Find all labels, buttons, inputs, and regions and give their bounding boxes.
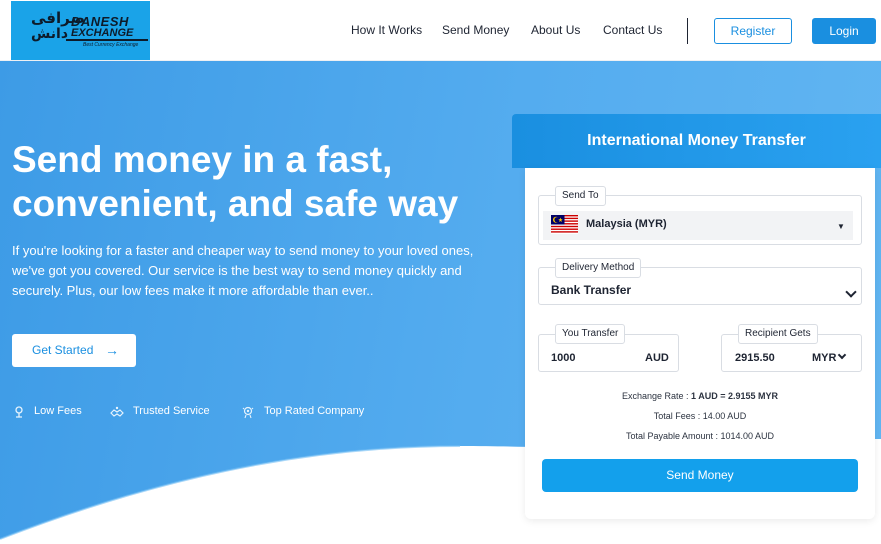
recipient-gets-label: Recipient Gets xyxy=(738,324,818,344)
malaysia-flag-icon xyxy=(551,215,578,234)
logo-arabic-line2: دانش xyxy=(31,26,69,42)
exchange-rate-prefix: Exchange Rate : xyxy=(621,391,692,401)
get-started-label: Get Started xyxy=(32,343,94,357)
hero-description: If you're looking for a faster and cheap… xyxy=(12,243,474,298)
nav-send-money[interactable]: Send Money xyxy=(442,23,509,37)
feature-label: Trusted Service xyxy=(133,405,210,417)
award-icon xyxy=(242,406,254,419)
nav-contact-us[interactable]: Contact Us xyxy=(603,23,662,37)
you-transfer-label: You Transfer xyxy=(555,324,626,344)
recipient-currency-select[interactable]: MYR xyxy=(812,352,836,364)
country-value: Malaysia (MYR) xyxy=(586,218,667,230)
caret-down-icon: ▼ xyxy=(837,222,845,231)
recipient-gets-amount: 2915.50 xyxy=(735,352,775,364)
delivery-method-label: Delivery Method xyxy=(555,258,642,278)
you-transfer-currency: AUD xyxy=(645,352,669,364)
send-money-button[interactable]: Send Money xyxy=(542,459,858,492)
login-button[interactable]: Login xyxy=(812,18,876,44)
location-pin-icon xyxy=(15,406,23,418)
nav-about-us[interactable]: About Us xyxy=(531,23,580,37)
logo-underline xyxy=(66,39,148,41)
get-started-button[interactable]: Get Started → xyxy=(12,334,136,367)
exchange-rate-text: Exchange Rate : 1 AUD = 2.9155 MYR xyxy=(525,391,875,401)
send-to-label: Send To xyxy=(555,186,606,206)
total-payable-text: Total Payable Amount : 1014.00 AUD xyxy=(625,431,775,441)
nav-divider xyxy=(687,18,688,44)
total-fees-text: Total Fees : 14.00 AUD xyxy=(653,411,747,421)
hero-title: Send money in a fast, convenient, and sa… xyxy=(12,139,459,224)
arrow-right-icon: → xyxy=(105,342,119,358)
feature-label: Low Fees xyxy=(34,405,82,417)
logo-name-line2: EXCHANGE xyxy=(71,27,134,39)
register-button[interactable]: Register xyxy=(714,18,792,44)
brand-logo[interactable]: صرافی دانش DANESH EXCHANGE Best Currency… xyxy=(11,1,150,60)
you-transfer-amount: 1000 xyxy=(551,352,576,364)
transfer-card-title: International Money Transfer xyxy=(512,114,881,168)
handshake-icon xyxy=(110,406,124,417)
logo-tagline: Best Currency Exchange xyxy=(83,42,139,48)
site-header: صرافی دانش DANESH EXCHANGE Best Currency… xyxy=(0,0,881,61)
feature-label: Top Rated Company xyxy=(264,405,365,417)
exchange-rate-value: 1 AUD = 2.9155 MYR xyxy=(691,391,778,401)
delivery-method-value: Bank Transfer xyxy=(551,283,632,297)
nav-how-it-works[interactable]: How It Works xyxy=(351,23,422,37)
